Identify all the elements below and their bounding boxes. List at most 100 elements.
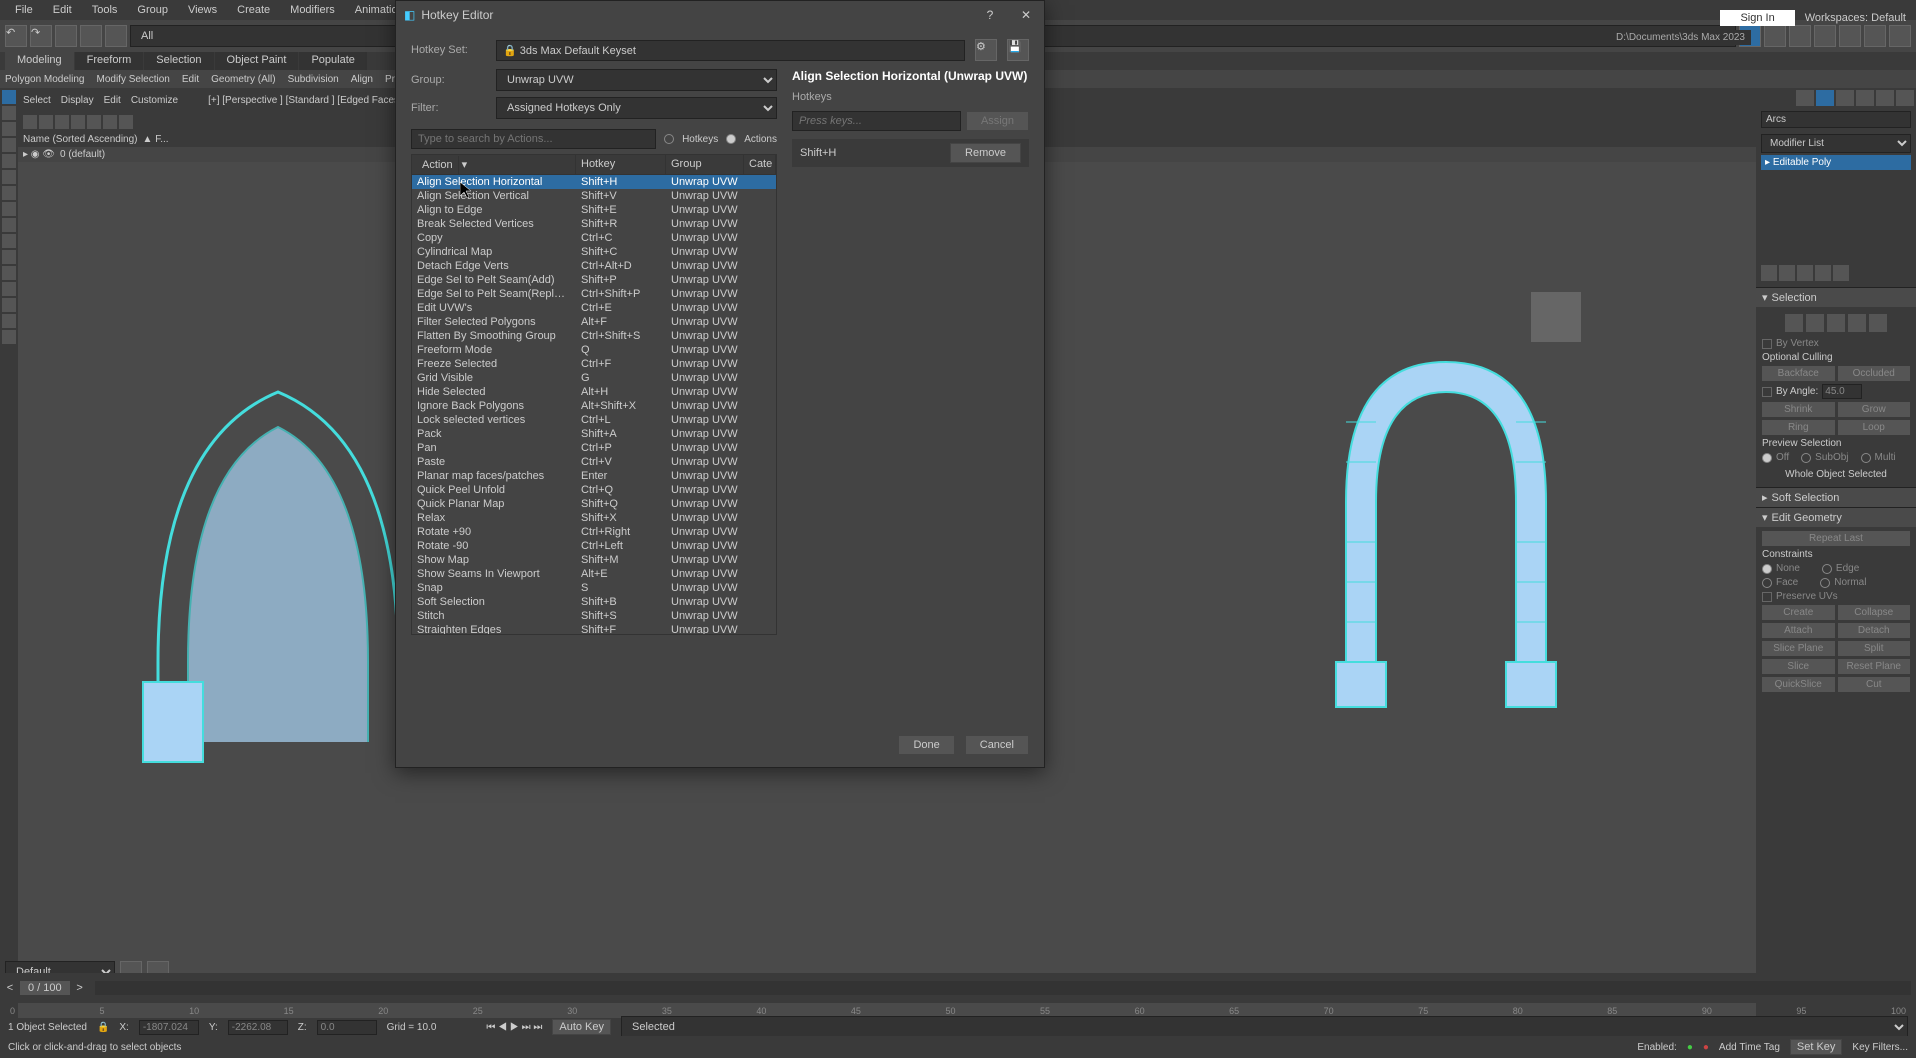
lt-arrow-icon[interactable] (2, 90, 16, 104)
key-filters[interactable]: Key Filters... (1852, 1042, 1908, 1053)
lt-13-icon[interactable] (2, 282, 16, 296)
rp-edit[interactable]: Edit (182, 74, 199, 85)
col-action[interactable]: Action ▾ (412, 155, 576, 174)
workspaces-label[interactable]: Workspaces: Default (1805, 12, 1906, 24)
se-btn-3-icon[interactable] (55, 115, 69, 129)
split-btn[interactable]: Split (1838, 641, 1911, 656)
by-vertex-check[interactable] (1762, 339, 1772, 349)
link-icon[interactable] (55, 25, 77, 47)
occluded-btn[interactable]: Occluded (1838, 366, 1911, 381)
tab-motion-icon[interactable] (1856, 90, 1874, 106)
key-mode-select[interactable]: Selected (621, 1016, 1908, 1038)
viewcube[interactable] (1531, 292, 1581, 342)
table-row[interactable]: Break Selected VerticesShift+RUnwrap UVW (412, 217, 776, 231)
table-row[interactable]: Show Seams In ViewportAlt+EUnwrap UVW (412, 567, 776, 581)
table-row[interactable]: Filter Selected PolygonsAlt+FUnwrap UVW (412, 315, 776, 329)
table-row[interactable]: Soft SelectionShift+BUnwrap UVW (412, 595, 776, 609)
stack-btn-2-icon[interactable] (1779, 265, 1795, 281)
table-row[interactable]: Freeform ModeQUnwrap UVW (412, 343, 776, 357)
action-search-input[interactable] (411, 129, 656, 149)
table-row[interactable]: Grid VisibleGUnwrap UVW (412, 371, 776, 385)
hotkeyset-settings-icon[interactable]: ⚙ (975, 39, 997, 61)
menu-edit[interactable]: Edit (43, 2, 82, 18)
table-row[interactable]: Ignore Back PolygonsAlt+Shift+XUnwrap UV… (412, 399, 776, 413)
tab-create-icon[interactable] (1796, 90, 1814, 106)
table-row[interactable]: CopyCtrl+CUnwrap UVW (412, 231, 776, 245)
table-row[interactable]: Align to EdgeShift+EUnwrap UVW (412, 203, 776, 217)
select-name-icon[interactable] (1764, 25, 1786, 47)
close-button[interactable]: ✕ (1016, 8, 1036, 22)
sel-polygon-icon[interactable] (1848, 314, 1866, 332)
table-row[interactable]: Edge Sel to Pelt Seam(Replace)Ctrl+Shift… (412, 287, 776, 301)
select-rect-icon[interactable] (1789, 25, 1811, 47)
action-rows[interactable]: Align Selection HorizontalShift+HUnwrap … (412, 175, 776, 635)
setkey-btn[interactable]: Set Key (1790, 1039, 1843, 1055)
table-row[interactable]: SnapSUnwrap UVW (412, 581, 776, 595)
ring-btn[interactable]: Ring (1762, 420, 1835, 435)
modifier-editable-poly[interactable]: ▸ Editable Poly (1761, 155, 1911, 170)
table-row[interactable]: Lock selected verticesCtrl+LUnwrap UVW (412, 413, 776, 427)
remove-button[interactable]: Remove (950, 143, 1021, 163)
collapse-btn[interactable]: Collapse (1838, 605, 1911, 620)
x-input[interactable] (139, 1020, 199, 1035)
stack-btn-4-icon[interactable] (1815, 265, 1831, 281)
by-angle-check[interactable] (1762, 387, 1772, 397)
col-hotkey[interactable]: Hotkey (576, 155, 666, 174)
lt-8-icon[interactable] (2, 202, 16, 216)
lt-2-icon[interactable] (2, 106, 16, 120)
rollout-softsel[interactable]: ▸ Soft Selection (1756, 487, 1916, 507)
se-btn-7-icon[interactable] (119, 115, 133, 129)
time-next[interactable]: > (70, 982, 90, 994)
tab-populate[interactable]: Populate (299, 52, 366, 70)
lt-6-icon[interactable] (2, 170, 16, 184)
se-btn-6-icon[interactable] (103, 115, 117, 129)
lt-11-icon[interactable] (2, 250, 16, 264)
off-radio[interactable] (1762, 453, 1772, 463)
slice-btn[interactable]: Slice (1762, 659, 1835, 674)
grow-btn[interactable]: Grow (1838, 402, 1911, 417)
unlink-icon[interactable] (80, 25, 102, 47)
rp-modifysel[interactable]: Modify Selection (97, 74, 170, 85)
table-row[interactable]: Quick Peel UnfoldCtrl+QUnwrap UVW (412, 483, 776, 497)
sel-vertex-icon[interactable] (1785, 314, 1803, 332)
group-select[interactable]: Unwrap UVW (496, 69, 777, 91)
normal-radio[interactable] (1820, 578, 1830, 588)
stack-btn-1-icon[interactable] (1761, 265, 1777, 281)
hotkeys-radio[interactable] (664, 134, 674, 144)
table-row[interactable]: PanCtrl+PUnwrap UVW (412, 441, 776, 455)
shrink-btn[interactable]: Shrink (1762, 402, 1835, 417)
menu-file[interactable]: File (5, 2, 43, 18)
help-button[interactable]: ? (980, 8, 1000, 22)
lt-5-icon[interactable] (2, 154, 16, 168)
vh-customize[interactable]: Customize (131, 95, 178, 106)
object-name-input[interactable] (1761, 111, 1911, 128)
col-group[interactable]: Group (666, 155, 744, 174)
rp-align[interactable]: Align (351, 74, 373, 85)
lt-3-icon[interactable] (2, 122, 16, 136)
backface-btn[interactable]: Backface (1762, 366, 1835, 381)
actions-radio[interactable] (726, 134, 736, 144)
hotkeyset-select[interactable]: 🔒 3ds Max Default Keyset (496, 40, 965, 61)
sel-element-icon[interactable] (1869, 314, 1887, 332)
table-row[interactable]: PackShift+AUnwrap UVW (412, 427, 776, 441)
resetplane-btn[interactable]: Reset Plane (1838, 659, 1911, 674)
rp-subdivision[interactable]: Subdivision (288, 74, 339, 85)
detach-btn[interactable]: Detach (1838, 623, 1911, 638)
table-row[interactable]: Align Selection HorizontalShift+HUnwrap … (412, 175, 776, 189)
signin-button[interactable]: Sign In (1720, 10, 1794, 26)
lt-9-icon[interactable] (2, 218, 16, 232)
table-row[interactable]: RelaxShift+XUnwrap UVW (412, 511, 776, 525)
lt-16-icon[interactable] (2, 330, 16, 344)
loop-btn[interactable]: Loop (1838, 420, 1911, 435)
table-row[interactable]: StitchShift+SUnwrap UVW (412, 609, 776, 623)
table-row[interactable]: Flatten By Smoothing GroupCtrl+Shift+SUn… (412, 329, 776, 343)
menu-tools[interactable]: Tools (82, 2, 128, 18)
preserve-uvs-check[interactable] (1762, 592, 1772, 602)
assign-button[interactable]: Assign (966, 111, 1029, 131)
table-row[interactable]: Edge Sel to Pelt Seam(Add)Shift+PUnwrap … (412, 273, 776, 287)
filter-select[interactable]: Assigned Hotkeys Only (496, 97, 777, 119)
menu-views[interactable]: Views (178, 2, 227, 18)
lt-4-icon[interactable] (2, 138, 16, 152)
sel-edge-icon[interactable] (1806, 314, 1824, 332)
attach-btn[interactable]: Attach (1762, 623, 1835, 638)
